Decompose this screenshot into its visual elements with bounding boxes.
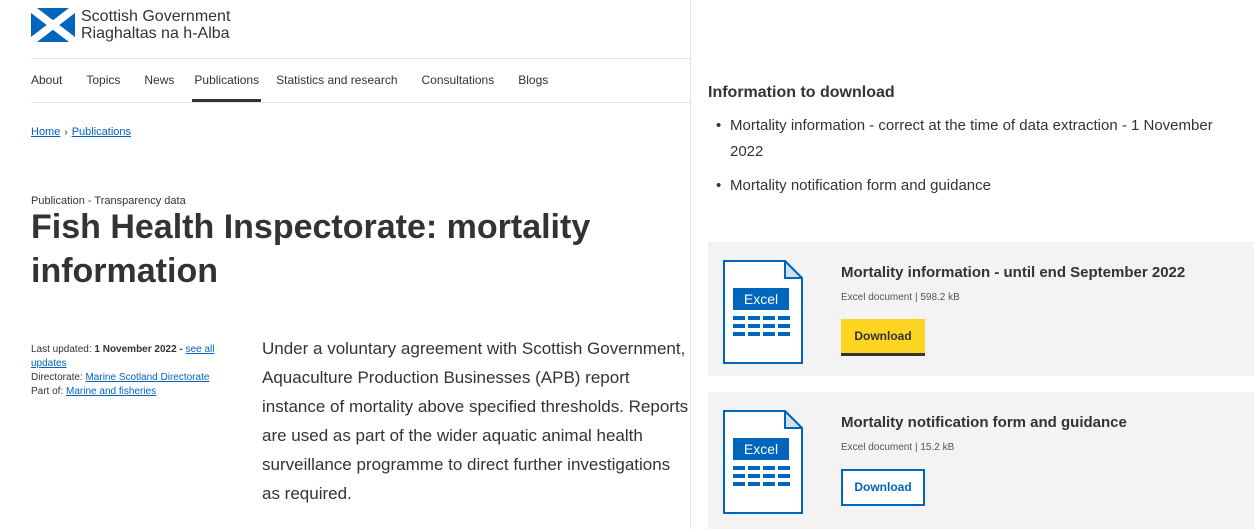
breadcrumb-home-link[interactable]: Home (31, 126, 60, 138)
file-type: Excel document (841, 292, 913, 303)
download-card-notification-form: Excel Mortality notification form and gu… (708, 392, 1254, 529)
file-type: Excel document (841, 442, 913, 453)
breadcrumb: Home › Publications (31, 126, 131, 138)
download-card-title[interactable]: Mortality information - until end Septem… (841, 264, 1185, 281)
logo-text: Scottish Government Riaghaltas na h-Alba (81, 8, 230, 42)
directorate-label: Directorate: (31, 372, 83, 383)
nav-item-consultations[interactable]: Consultations (422, 60, 495, 102)
part-of-row: Part of: Marine and fisheries (31, 385, 246, 399)
downloads-list-item[interactable]: Mortality information - correct at the t… (708, 113, 1248, 165)
excel-icon-label: Excel (744, 291, 778, 307)
file-size: 15.2 kB (920, 442, 955, 453)
part-of-label: Part of: (31, 386, 64, 397)
last-updated-label: Last updated: (31, 344, 92, 355)
file-size: 598.2 kB (920, 292, 960, 303)
downloads-list-item[interactable]: Mortality notification form and guidance (708, 173, 1248, 199)
download-button[interactable]: Download (841, 319, 925, 356)
logo-name-english: Scottish Government (81, 8, 231, 25)
excel-document-icon: Excel (723, 410, 803, 514)
directorate-link[interactable]: Marine Scotland Directorate (85, 372, 209, 383)
meta-separator: | (914, 292, 918, 303)
last-updated-separator: - (176, 344, 186, 355)
nav-item-publications[interactable]: Publications (192, 60, 262, 102)
download-card-mortality-info: Excel Mortality information - until end … (708, 242, 1254, 376)
part-of-link[interactable]: Marine and fisheries (66, 386, 156, 397)
nav-item-topics[interactable]: Topics (86, 60, 120, 102)
page-title: Fish Health Inspectorate: mortality info… (31, 208, 591, 290)
directorate-row: Directorate: Marine Scotland Directorate (31, 371, 246, 385)
main-column: Scottish Government Riaghaltas na h-Alba… (0, 0, 691, 529)
excel-icon-label: Excel (744, 441, 778, 457)
logo-name-gaelic: Riaghaltas na h-Alba (81, 25, 230, 42)
download-button[interactable]: Download (841, 469, 925, 506)
excel-document-icon: Excel (723, 260, 803, 364)
downloads-list: Mortality information - correct at the t… (708, 113, 1248, 207)
nav-item-statistics[interactable]: Statistics and research (276, 60, 397, 102)
download-card-meta: Excel document | 598.2 kB (841, 292, 960, 303)
last-updated-value: 1 November 2022 (94, 344, 177, 355)
site-logo[interactable]: Scottish Government Riaghaltas na h-Alba (31, 8, 230, 42)
saltire-flag-icon (31, 8, 75, 42)
nav-divider (31, 102, 690, 103)
nav-item-blogs[interactable]: Blogs (518, 60, 548, 102)
meta-separator: | (914, 442, 918, 453)
main-navigation: About Topics News Publications Statistic… (31, 60, 548, 102)
downloads-heading: Information to download (708, 84, 895, 101)
metadata-block: Last updated: 1 November 2022 - see all … (31, 343, 246, 399)
breadcrumb-publications-link[interactable]: Publications (72, 126, 131, 138)
header-divider (31, 58, 690, 59)
publication-summary: Under a voluntary agreement with Scottis… (262, 339, 689, 503)
breadcrumb-separator: › (64, 127, 68, 138)
download-card-meta: Excel document | 15.2 kB (841, 442, 954, 453)
nav-item-news[interactable]: News (144, 60, 174, 102)
nav-item-about[interactable]: About (31, 60, 62, 102)
downloads-column: Information to download Mortality inform… (691, 0, 1254, 529)
last-updated-row: Last updated: 1 November 2022 - see all … (31, 343, 246, 371)
download-card-title[interactable]: Mortality notification form and guidance (841, 414, 1127, 431)
